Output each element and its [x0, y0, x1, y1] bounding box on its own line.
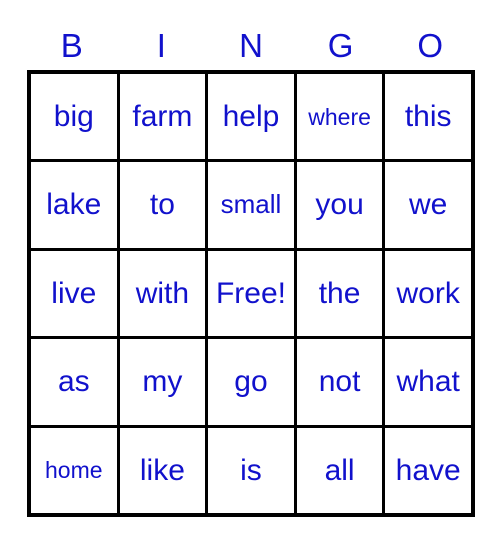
bingo-cell-b4-text: as	[57, 365, 90, 399]
bingo-cell-i4-text: my	[142, 365, 183, 399]
bingo-row-2: lake to small you we	[31, 159, 471, 248]
bingo-cell-free-space-text: Free!	[215, 276, 286, 310]
header-letter-i: I	[117, 22, 207, 68]
bingo-cell-n2-text: small	[220, 189, 282, 220]
bingo-cell-n4[interactable]: go	[205, 339, 294, 425]
header-letter-n-text: N	[239, 26, 263, 64]
header-letter-o: O	[385, 22, 475, 68]
bingo-cell-n1-text: help	[222, 99, 280, 133]
bingo-cell-o4[interactable]: what	[382, 339, 471, 425]
bingo-cell-n5[interactable]: is	[205, 427, 294, 514]
bingo-cell-o1-text: this	[404, 99, 452, 133]
bingo-row-5: home like is all have	[31, 424, 471, 514]
bingo-cell-i2[interactable]: to	[116, 162, 206, 248]
bingo-row-1: big farm help where this	[31, 74, 471, 160]
bingo-cell-n2[interactable]: small	[205, 162, 294, 248]
bingo-cell-b2-text: lake	[46, 188, 102, 222]
bingo-cell-o5[interactable]: have	[382, 427, 471, 514]
bingo-cell-b1[interactable]: big	[31, 74, 117, 160]
bingo-cell-b3[interactable]: live	[31, 250, 117, 337]
bingo-cell-g2-text: you	[315, 188, 364, 222]
bingo-cell-g5-text: all	[324, 453, 355, 487]
bingo-cell-g5[interactable]: all	[293, 427, 383, 514]
bingo-cell-b5[interactable]: home	[31, 427, 117, 514]
header-letter-b: B	[27, 22, 117, 68]
header-letter-i-text: I	[156, 26, 166, 64]
bingo-cell-i4[interactable]: my	[116, 339, 206, 425]
bingo-cell-g3[interactable]: the	[293, 250, 383, 337]
bingo-cell-o2[interactable]: we	[382, 162, 471, 248]
bingo-cell-o5-text: have	[395, 453, 461, 487]
bingo-cell-i5-text: like	[139, 453, 185, 487]
bingo-cell-g4[interactable]: not	[293, 339, 383, 425]
bingo-cell-g4-text: not	[318, 365, 361, 399]
bingo-card: B I N G O big farm help where this lake …	[0, 0, 502, 544]
bingo-header-row: B I N G O	[27, 22, 475, 68]
bingo-grid: big farm help where this lake to small y…	[27, 70, 475, 517]
bingo-cell-i1[interactable]: farm	[116, 74, 206, 160]
bingo-cell-i3[interactable]: with	[116, 250, 206, 337]
bingo-cell-o2-text: we	[408, 188, 448, 222]
bingo-cell-o4-text: what	[396, 365, 460, 399]
bingo-cell-o3[interactable]: work	[382, 250, 471, 337]
bingo-cell-g3-text: the	[318, 276, 361, 310]
bingo-cell-b2[interactable]: lake	[31, 162, 117, 248]
bingo-row-4: as my go not what	[31, 336, 471, 425]
bingo-cell-n4-text: go	[234, 365, 268, 399]
bingo-cell-g1-text: where	[308, 103, 371, 130]
bingo-cell-g2[interactable]: you	[293, 162, 383, 248]
bingo-cell-i1-text: farm	[132, 99, 193, 133]
bingo-cell-n1[interactable]: help	[205, 74, 294, 160]
header-letter-b-text: B	[60, 26, 83, 64]
bingo-cell-o3-text: work	[396, 276, 460, 310]
bingo-row-3: live with Free! the work	[31, 247, 471, 337]
bingo-cell-g1[interactable]: where	[293, 74, 383, 160]
bingo-cell-i3-text: with	[135, 276, 190, 310]
bingo-cell-i2-text: to	[149, 188, 175, 222]
bingo-cell-i5[interactable]: like	[116, 427, 206, 514]
bingo-cell-b1-text: big	[53, 99, 94, 133]
header-letter-o-text: O	[417, 26, 443, 64]
header-letter-g-text: G	[327, 26, 354, 64]
bingo-cell-b5-text: home	[45, 457, 103, 484]
bingo-cell-n5-text: is	[240, 453, 262, 487]
bingo-cell-free-space[interactable]: Free!	[205, 250, 294, 337]
bingo-cell-b4[interactable]: as	[31, 339, 117, 425]
header-letter-n: N	[206, 22, 296, 68]
bingo-cell-o1[interactable]: this	[382, 74, 471, 160]
header-letter-g: G	[296, 22, 386, 68]
bingo-cell-b3-text: live	[51, 276, 97, 310]
